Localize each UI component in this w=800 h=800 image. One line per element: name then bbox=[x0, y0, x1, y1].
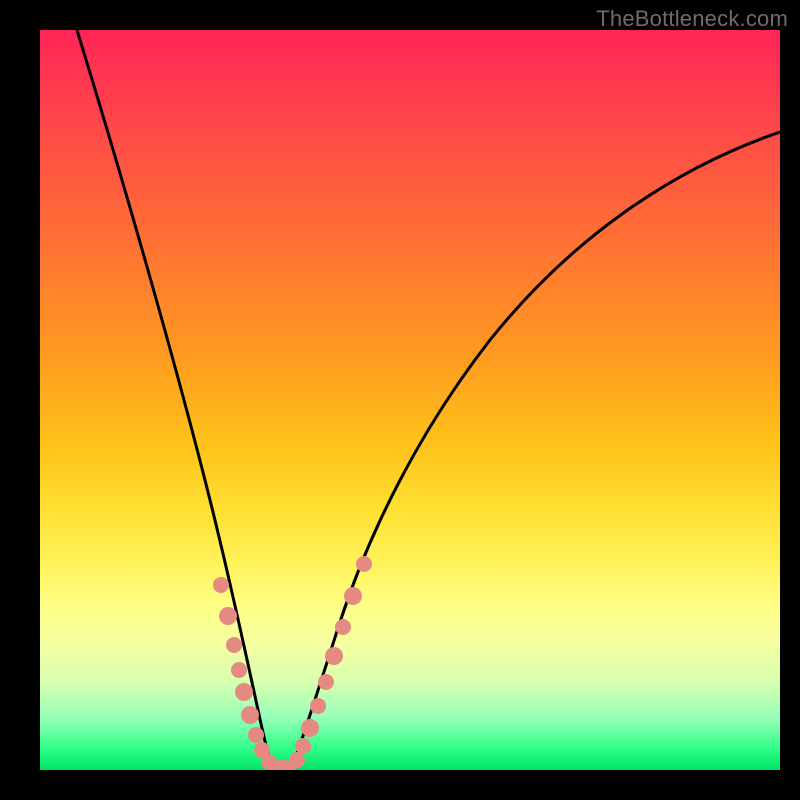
marker bbox=[213, 577, 229, 593]
marker bbox=[356, 556, 372, 572]
marker bbox=[325, 647, 343, 665]
marker bbox=[226, 637, 242, 653]
marker bbox=[231, 662, 247, 678]
marker bbox=[344, 587, 362, 605]
curve-right-branch bbox=[292, 132, 780, 767]
marker bbox=[318, 674, 334, 690]
chart-frame: TheBottleneck.com bbox=[0, 0, 800, 800]
chart-svg bbox=[40, 30, 780, 770]
chart-plot-area bbox=[40, 30, 780, 770]
curve-left-branch bbox=[77, 30, 272, 767]
marker bbox=[295, 738, 311, 754]
marker bbox=[335, 619, 351, 635]
marker bbox=[301, 719, 319, 737]
marker bbox=[235, 683, 253, 701]
watermark-text: TheBottleneck.com bbox=[596, 6, 788, 32]
marker-group bbox=[213, 556, 372, 770]
marker bbox=[241, 706, 259, 724]
marker bbox=[289, 752, 305, 768]
marker bbox=[310, 698, 326, 714]
marker bbox=[219, 607, 237, 625]
marker bbox=[248, 727, 264, 743]
